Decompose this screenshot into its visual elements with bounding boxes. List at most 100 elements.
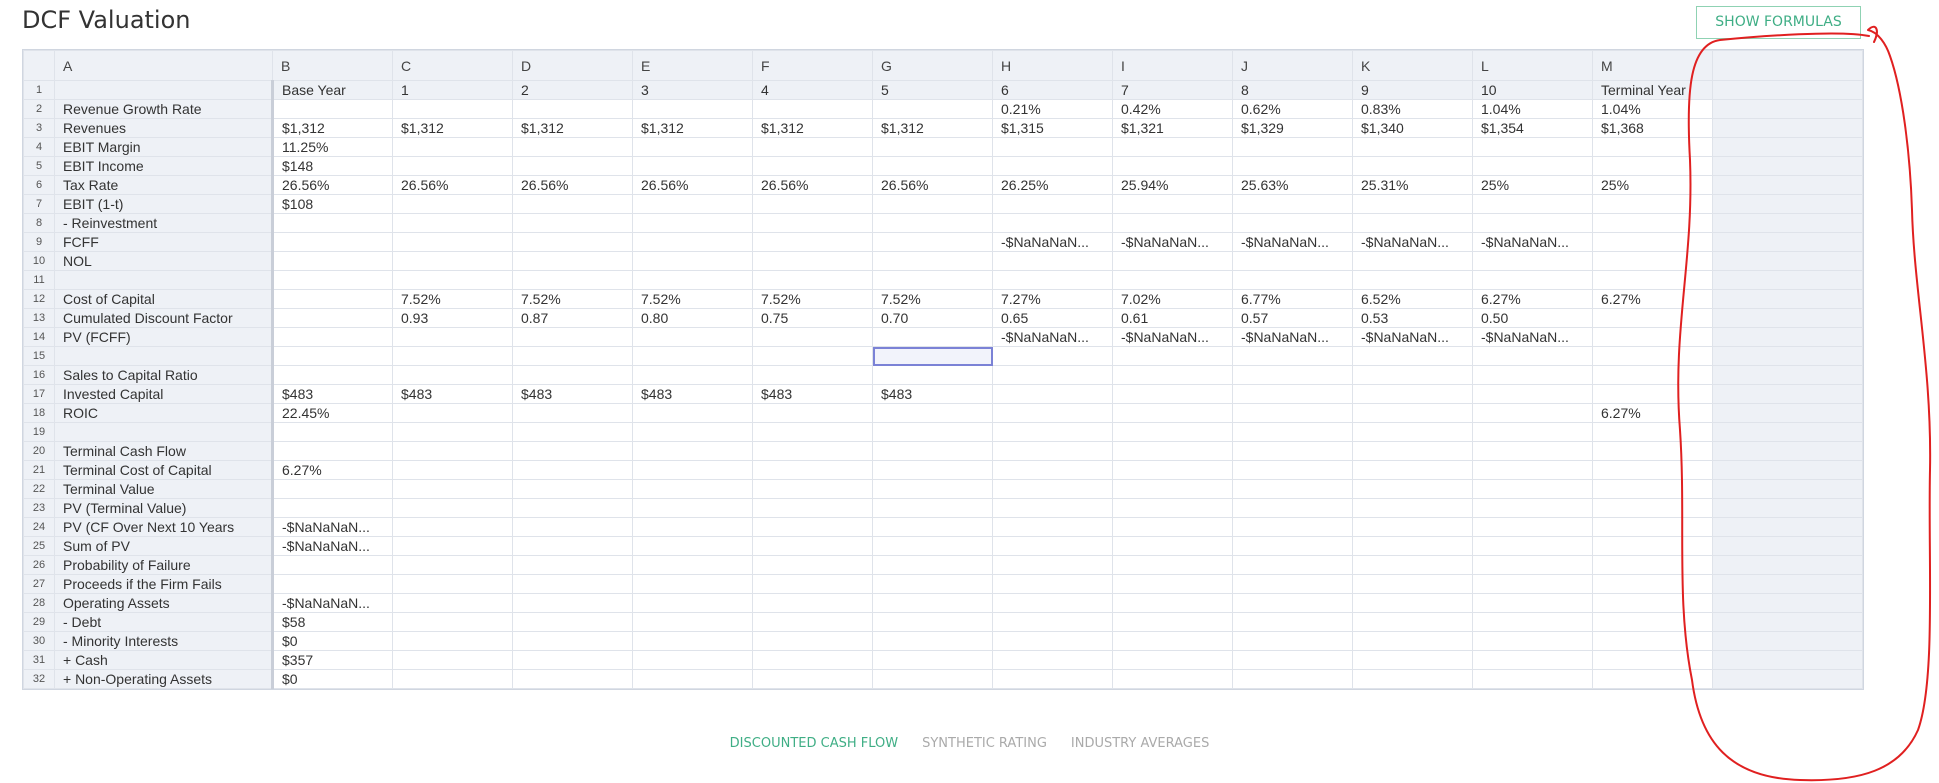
row-number[interactable]: 4 <box>23 137 55 157</box>
data-cell[interactable] <box>1472 593 1593 613</box>
data-cell[interactable]: $1,329 <box>1232 118 1353 138</box>
data-cell[interactable] <box>392 631 513 651</box>
row-label-cell[interactable]: + Cash <box>54 650 274 670</box>
data-cell[interactable] <box>1352 194 1473 214</box>
data-cell[interactable] <box>512 479 633 499</box>
data-cell[interactable] <box>1112 650 1233 670</box>
data-cell[interactable] <box>1592 612 1713 632</box>
data-cell[interactable]: -$NaNaNaN... <box>1352 232 1473 252</box>
data-cell[interactable] <box>1352 517 1473 537</box>
row-number[interactable]: 6 <box>23 175 55 195</box>
data-cell[interactable]: 25.63% <box>1232 175 1353 195</box>
data-cell[interactable] <box>1472 270 1593 290</box>
data-cell[interactable] <box>1472 194 1593 214</box>
data-cell[interactable]: 26.56% <box>392 175 513 195</box>
data-cell[interactable] <box>392 460 513 480</box>
row-number[interactable]: 12 <box>23 289 55 309</box>
data-cell[interactable]: $483 <box>632 384 753 404</box>
data-cell[interactable]: 0.62% <box>1232 99 1353 119</box>
data-cell[interactable] <box>1112 517 1233 537</box>
data-cell[interactable] <box>512 365 633 385</box>
data-cell[interactable] <box>992 384 1113 404</box>
data-cell[interactable] <box>1352 251 1473 271</box>
data-cell[interactable]: Base Year <box>272 80 393 100</box>
empty-extra-cell[interactable] <box>1712 536 1863 556</box>
data-cell[interactable] <box>632 251 753 271</box>
data-cell[interactable] <box>1112 631 1233 651</box>
data-cell[interactable] <box>272 555 393 575</box>
data-cell[interactable] <box>752 631 873 651</box>
data-cell[interactable]: 7.52% <box>752 289 873 309</box>
data-cell[interactable] <box>872 403 993 423</box>
sheet-tab[interactable]: INDUSTRY AVERAGES <box>1071 731 1209 747</box>
empty-extra-cell[interactable] <box>1712 460 1863 480</box>
show-formulas-button[interactable]: SHOW FORMULAS <box>1696 6 1861 39</box>
data-cell[interactable] <box>872 251 993 271</box>
data-cell[interactable]: 0.50 <box>1472 308 1593 328</box>
empty-extra-cell[interactable] <box>1712 289 1863 309</box>
data-cell[interactable]: 5 <box>872 80 993 100</box>
data-cell[interactable] <box>752 441 873 461</box>
data-cell[interactable]: 9 <box>1352 80 1473 100</box>
row-number[interactable]: 13 <box>23 308 55 328</box>
data-cell[interactable] <box>1352 137 1473 157</box>
data-cell[interactable] <box>752 251 873 271</box>
data-cell[interactable] <box>272 251 393 271</box>
data-cell[interactable] <box>872 479 993 499</box>
data-cell[interactable] <box>992 669 1113 689</box>
data-cell[interactable] <box>752 422 873 442</box>
data-cell[interactable] <box>512 422 633 442</box>
data-cell[interactable]: 25.94% <box>1112 175 1233 195</box>
data-cell[interactable] <box>992 270 1113 290</box>
data-cell[interactable] <box>992 460 1113 480</box>
data-cell[interactable] <box>1592 308 1713 328</box>
empty-extra-cell[interactable] <box>1712 137 1863 157</box>
column-header[interactable]: L <box>1472 50 1593 81</box>
data-cell[interactable] <box>752 479 873 499</box>
column-header[interactable]: E <box>632 50 753 81</box>
data-cell[interactable] <box>1472 422 1593 442</box>
data-cell[interactable] <box>392 650 513 670</box>
data-cell[interactable] <box>1352 213 1473 233</box>
data-cell[interactable] <box>1592 251 1713 271</box>
data-cell[interactable] <box>512 156 633 176</box>
data-cell[interactable]: $1,312 <box>272 118 393 138</box>
data-cell[interactable]: -$NaNaNaN... <box>272 517 393 537</box>
data-cell[interactable] <box>392 194 513 214</box>
data-cell[interactable] <box>392 422 513 442</box>
data-cell[interactable] <box>1232 365 1353 385</box>
column-header[interactable]: F <box>752 50 873 81</box>
column-header[interactable]: K <box>1352 50 1473 81</box>
data-cell[interactable] <box>512 99 633 119</box>
data-cell[interactable] <box>1232 403 1353 423</box>
data-cell[interactable] <box>272 270 393 290</box>
data-cell[interactable] <box>1232 536 1353 556</box>
row-label-cell[interactable]: Terminal Value <box>54 479 274 499</box>
data-cell[interactable] <box>992 251 1113 271</box>
data-cell[interactable]: 25% <box>1472 175 1593 195</box>
data-cell[interactable] <box>1472 479 1593 499</box>
data-cell[interactable] <box>1112 403 1233 423</box>
data-cell[interactable]: Terminal Year <box>1592 80 1713 100</box>
empty-extra-cell[interactable] <box>1712 346 1863 366</box>
data-cell[interactable] <box>632 479 753 499</box>
data-cell[interactable] <box>512 137 633 157</box>
row-label-cell[interactable] <box>54 270 274 290</box>
row-number[interactable]: 22 <box>23 479 55 499</box>
data-cell[interactable] <box>872 365 993 385</box>
data-cell[interactable]: 6.27% <box>1472 289 1593 309</box>
data-cell[interactable] <box>632 517 753 537</box>
data-cell[interactable] <box>1352 536 1473 556</box>
data-cell[interactable]: 0.53 <box>1352 308 1473 328</box>
data-cell[interactable] <box>872 536 993 556</box>
column-header[interactable]: A <box>54 50 273 81</box>
data-cell[interactable]: $1,315 <box>992 118 1113 138</box>
data-cell[interactable] <box>992 156 1113 176</box>
data-cell[interactable] <box>1232 517 1353 537</box>
data-cell[interactable] <box>1112 194 1233 214</box>
data-cell[interactable]: -$NaNaNaN... <box>992 232 1113 252</box>
data-cell[interactable] <box>1112 612 1233 632</box>
column-header[interactable]: M <box>1592 50 1713 81</box>
data-cell[interactable]: 7.02% <box>1112 289 1233 309</box>
data-cell[interactable] <box>392 270 513 290</box>
